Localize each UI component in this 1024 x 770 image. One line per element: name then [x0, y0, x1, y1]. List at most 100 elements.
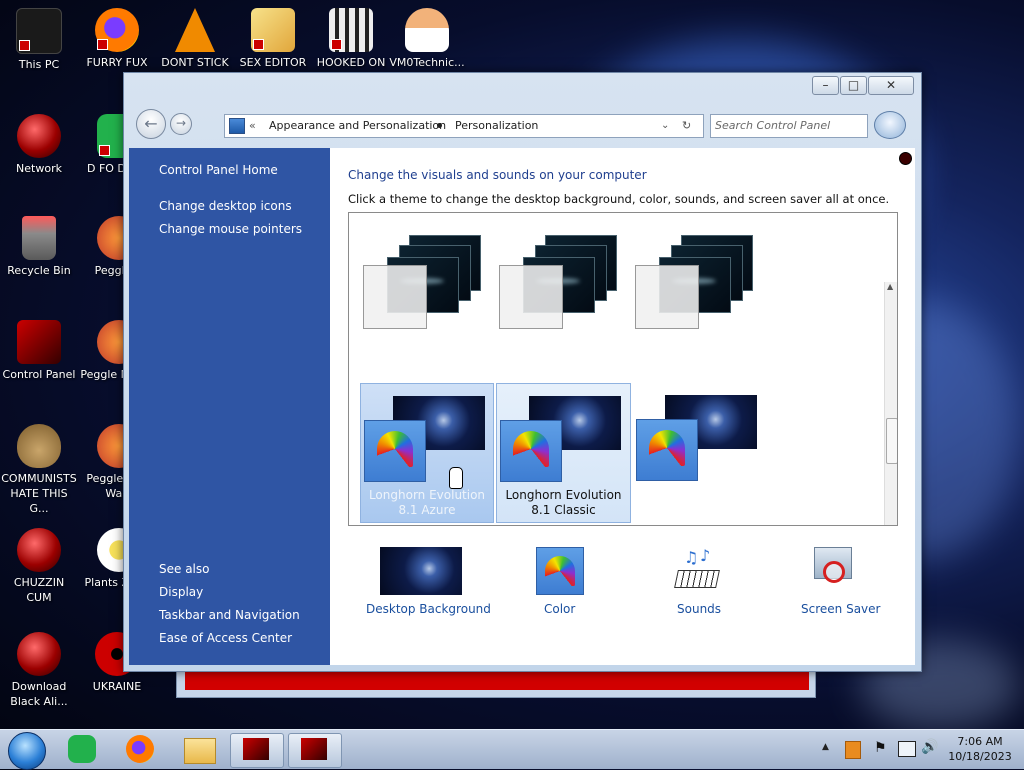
link-color[interactable]: Color	[544, 602, 575, 616]
clock[interactable]: 7:06 AM 10/18/2023	[944, 734, 1016, 764]
control-panel-icon	[229, 118, 245, 134]
minimize-button[interactable]: –	[812, 76, 839, 95]
personalization-window: – □ ✕ ← → « Appearance and Personalizati…	[123, 72, 922, 672]
desktop-background-thumbnail[interactable]	[380, 547, 462, 595]
back-button[interactable]: ←	[136, 109, 166, 139]
link-desktop-background[interactable]: Desktop Background	[366, 602, 491, 616]
dark-red-orb-icon	[899, 152, 912, 165]
desktop-icon-furry-fux[interactable]: FURRY FUX	[78, 8, 156, 70]
scroll-up-arrow-icon[interactable]: ▲	[887, 282, 893, 291]
desktop-icon-label: Network	[16, 162, 62, 175]
refresh-icon[interactable]: ↻	[682, 115, 691, 137]
control-panel-icon	[17, 320, 61, 364]
chevron-down-icon[interactable]: ⌄	[661, 115, 669, 137]
desktop-icon-label: FURRY FUX	[86, 56, 148, 69]
desktop-icon-label: DONT STICK	[161, 56, 229, 69]
search-input[interactable]: Search Control Panel	[710, 114, 868, 138]
color-palette-icon	[364, 420, 426, 482]
link-change-desktop-icons[interactable]: Change desktop icons	[159, 199, 292, 213]
maze-icon	[329, 8, 373, 52]
theme-tile[interactable]	[363, 231, 489, 331]
vlc-cone-icon	[175, 8, 215, 52]
person-icon	[405, 8, 449, 52]
desktop-icon-label: SEX EDITOR	[239, 56, 307, 69]
desktop-icon-network[interactable]: Network	[0, 114, 78, 176]
chuzzle-icon	[17, 528, 61, 572]
theme-tile[interactable]	[635, 231, 761, 331]
theme-list: Longhorn Evolution 8.1 Azure Longhorn Ev…	[348, 212, 898, 526]
volume-icon[interactable]: 🔊	[921, 739, 938, 755]
breadcrumb-overflow[interactable]: «	[249, 115, 256, 137]
network-icon	[17, 632, 61, 676]
notes-app-icon	[68, 735, 96, 763]
desktop-icon-this-pc[interactable]: This PC	[0, 8, 78, 72]
firefox-icon	[126, 735, 154, 763]
network-icon	[17, 114, 61, 158]
link-taskbar-navigation[interactable]: Taskbar and Navigation	[159, 608, 300, 622]
desktop-icon-label: COMMUNISTS HATE THIS G...	[1, 472, 77, 515]
desktop-icon-label: HOOKED ON	[316, 56, 386, 69]
folder-icon	[184, 738, 216, 764]
desktop-icon-communists[interactable]: COMMUNISTS HATE THIS G...	[0, 424, 78, 516]
desktop-icon-dont-stick[interactable]: DONT STICK	[156, 8, 234, 70]
search-placeholder: Search Control Panel	[715, 119, 831, 132]
desktop-icon-control-panel[interactable]: Control Panel	[0, 320, 78, 382]
taskbar-app-active-2[interactable]	[288, 733, 342, 768]
color-icon[interactable]	[536, 547, 584, 595]
left-navigation-pane: Control Panel Home Change desktop icons …	[129, 148, 330, 665]
close-button[interactable]: ✕	[868, 76, 914, 95]
desktop-icon-label: UKRAINE	[92, 680, 142, 693]
tray-app-icon[interactable]	[845, 741, 861, 759]
network-tray-icon[interactable]	[898, 741, 916, 757]
control-panel-icon	[301, 738, 327, 760]
color-palette-icon	[636, 419, 698, 481]
maximize-button[interactable]: □	[840, 76, 867, 95]
theme-list-scrollbar[interactable]: ▲ ▼	[884, 282, 897, 525]
theme-tile[interactable]	[499, 231, 625, 331]
page-title: Change the visuals and sounds on your co…	[348, 168, 647, 182]
breadcrumb-appearance[interactable]: Appearance and Personalization	[269, 115, 446, 137]
taskbar-notes-app[interactable]	[58, 733, 110, 766]
desktop-icon-label: Download Black Ali...	[10, 680, 68, 708]
hxd-icon	[251, 8, 295, 52]
link-display[interactable]: Display	[159, 585, 203, 599]
desktop-icon-sex-editor[interactable]: SEX EDITOR	[234, 8, 312, 70]
link-change-mouse-pointers[interactable]: Change mouse pointers	[159, 222, 302, 236]
taskbar-firefox[interactable]	[116, 733, 168, 766]
sounds-icon[interactable]: ♫ ♪	[674, 546, 720, 594]
action-center-flag-icon[interactable]: ⚑	[874, 740, 887, 756]
recycle-bin-icon	[22, 216, 56, 260]
desktop-icon-vm0technic[interactable]: VM0Technic...	[388, 8, 466, 70]
desktop-icon-hooked-on[interactable]: HOOKED ON	[312, 8, 390, 70]
screen-saver-icon[interactable]	[811, 547, 857, 593]
start-button[interactable]	[8, 732, 46, 770]
link-screen-saver[interactable]: Screen Saver	[801, 602, 880, 616]
hand-cursor-icon	[449, 467, 463, 489]
clock-date: 10/18/2023	[948, 750, 1012, 763]
color-palette-icon	[500, 420, 562, 482]
computer-icon	[16, 8, 62, 54]
link-control-panel-home[interactable]: Control Panel Home	[159, 163, 278, 177]
address-bar[interactable]: « Appearance and Personalization Persona…	[224, 114, 704, 138]
desktop-icon-chuzzin-cum[interactable]: CHUZZIN CUM	[0, 528, 78, 605]
breadcrumb-personalization[interactable]: Personalization	[455, 115, 538, 137]
forward-button[interactable]: →	[170, 113, 192, 135]
link-ease-of-access[interactable]: Ease of Access Center	[159, 631, 292, 645]
monitor-icon	[243, 738, 269, 760]
help-icon[interactable]	[874, 111, 906, 139]
show-hidden-icons-icon[interactable]: ▲	[822, 742, 829, 752]
theme-tile[interactable]	[635, 383, 761, 503]
see-also-heading: See also	[159, 562, 210, 576]
desktop-icon-download-black[interactable]: Download Black Ali...	[0, 632, 78, 709]
scroll-thumb[interactable]	[886, 418, 897, 464]
taskbar-app-active-1[interactable]	[230, 733, 284, 768]
taskbar-file-explorer[interactable]	[174, 733, 226, 766]
desktop-icon-label: VM0Technic...	[389, 56, 465, 69]
desktop-icon-label: Control Panel	[2, 368, 76, 381]
theme-tile-azure[interactable]: Longhorn Evolution 8.1 Azure	[360, 383, 494, 523]
theme-tile-classic[interactable]: Longhorn Evolution 8.1 Classic	[496, 383, 631, 523]
desktop-icon-label: This PC	[18, 58, 60, 71]
content-pane: Change the visuals and sounds on your co…	[330, 148, 915, 665]
desktop-icon-recycle-bin[interactable]: Recycle Bin	[0, 216, 78, 278]
link-sounds[interactable]: Sounds	[677, 602, 721, 616]
